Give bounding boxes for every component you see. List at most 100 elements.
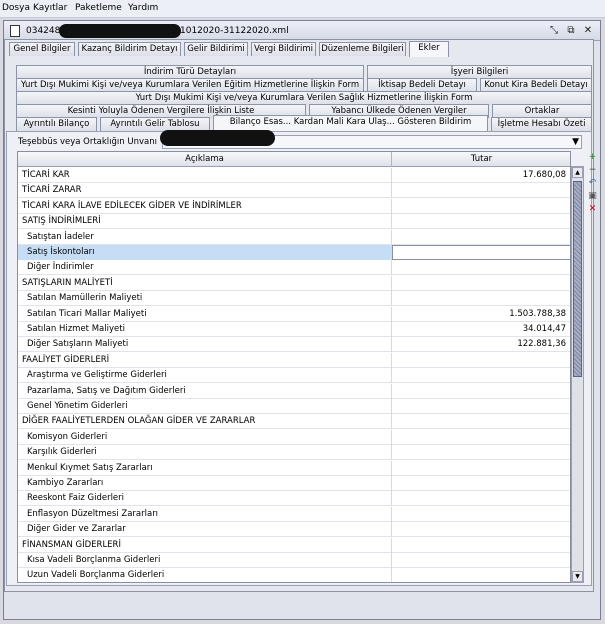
row-amount-cell[interactable] (392, 538, 570, 553)
row-amount-cell[interactable]: 1.503.788,38 (392, 307, 570, 322)
row-amount-cell[interactable] (392, 553, 570, 568)
row-label: TİCARİ KARA İLAVE EDİLECEK GİDER VE İNDİ… (18, 198, 392, 214)
table-row[interactable]: FİNANSMAN GİDERLERİ (18, 537, 570, 553)
row-amount-cell[interactable] (392, 507, 570, 522)
row-amount-cell[interactable]: 17.680,08 (392, 168, 570, 183)
row-amount-cell[interactable] (392, 384, 570, 399)
row-amount-cell[interactable] (392, 430, 570, 445)
row-amount-cell[interactable] (392, 491, 570, 506)
table-row[interactable]: Enflasyon Düzeltmesi Zararları (18, 506, 570, 522)
table-row[interactable]: DİĞER FAALİYETLERDEN OLAĞAN GİDER VE ZAR… (18, 414, 570, 430)
scroll-down-button[interactable]: ▼ (572, 571, 583, 582)
table-row[interactable]: Satılan Hizmet Maliyeti 34.014,47 (18, 322, 570, 337)
table-row[interactable]: TİCARİ KARA İLAVE EDİLECEK GİDER VE İNDİ… (18, 198, 570, 214)
menu-paketleme[interactable]: Paketleme (75, 3, 122, 13)
tab-ortaklar[interactable]: Ortaklar (492, 104, 592, 118)
vertical-scrollbar[interactable]: ▲ ▼ (571, 166, 584, 583)
scroll-up-button[interactable]: ▲ (572, 167, 583, 178)
row-label: SATIŞLARIN MALİYETİ (18, 275, 392, 291)
tab-duzenleme-bilgileri[interactable]: Düzenleme Bilgileri (319, 42, 406, 56)
table-row[interactable]: Araştırma ve Geliştirme Giderleri (18, 368, 570, 384)
scrollbar-thumb[interactable] (573, 181, 582, 377)
table-row[interactable]: Genel Yönetim Giderleri (18, 399, 570, 414)
menu-dosya[interactable]: Dosya (2, 3, 30, 13)
copy-icon[interactable]: ▣ (587, 191, 598, 202)
tab-yurt-disi-egitim-formu[interactable]: Yurt Dışı Mukimi Kişi ve/veya Kurumlara … (16, 78, 364, 92)
row-amount-cell[interactable] (392, 568, 570, 582)
table-row[interactable]: Menkul Kıymet Satış Zararları (18, 460, 570, 476)
tab-iktisap-bedeli-detayi[interactable]: İktisap Bedeli Detayı (367, 78, 477, 92)
table-row[interactable]: Satılan Mamüllerin Maliyeti (18, 291, 570, 307)
undo-icon[interactable]: ↶ (587, 178, 598, 189)
menu-yardim[interactable]: Yardım (128, 3, 158, 13)
tab-ekler[interactable]: Ekler (409, 41, 449, 57)
table-row[interactable]: SATIŞ İNDİRİMLERİ (18, 214, 570, 230)
title-filename: 1012020-31122020.xml (180, 26, 289, 36)
menu-kayitlar[interactable]: Kayıtlar (33, 3, 67, 13)
row-amount-cell[interactable] (392, 445, 570, 460)
table-row[interactable]: Diğer Gider ve Zararlar (18, 522, 570, 538)
maximize-icon[interactable]: ⧉ (565, 25, 577, 37)
restore-icon[interactable]: ⤡ (548, 25, 560, 37)
table-row[interactable]: Uzun Vadeli Borçlanma Giderleri (18, 568, 570, 582)
row-amount-cell[interactable]: 34.014,47 (392, 322, 570, 337)
close-icon[interactable]: ✕ (582, 25, 594, 37)
table-row[interactable]: TİCARİ KAR 17.680,08 (18, 168, 570, 183)
chevron-down-icon[interactable]: ▼ (572, 136, 579, 149)
row-amount-cell[interactable] (392, 183, 570, 198)
menu-bar: Dosya Kayıtlar Paketleme Yardım (0, 0, 605, 18)
tab-vergi-bildirimi[interactable]: Vergi Bildirimi (251, 42, 316, 56)
table-row[interactable]: Karşılık Giderleri (18, 445, 570, 461)
tab-indirim-turu-detaylari[interactable]: İndirim Türü Detayları (16, 65, 364, 79)
row-amount-cell[interactable] (392, 522, 570, 537)
row-label: Satılan Mamüllerin Maliyeti (18, 291, 392, 307)
column-header-aciklama[interactable]: Açıklama (18, 152, 392, 167)
row-amount-cell[interactable] (392, 476, 570, 491)
tab-isletme-hesabi-ozeti[interactable]: İşletme Hesabı Özeti (491, 117, 592, 131)
row-amount-cell[interactable] (392, 353, 570, 368)
row-amount-cell[interactable] (392, 291, 570, 306)
table-row[interactable]: TİCARİ ZARAR (18, 183, 570, 199)
row-label: FAALİYET GİDERLERİ (18, 352, 392, 368)
table-row[interactable]: Diğer Satışların Maliyeti 122.881,36 (18, 337, 570, 353)
table-row[interactable]: Kısa Vadeli Borçlanma Giderleri (18, 553, 570, 568)
table-row[interactable]: Kambiyo Zararları (18, 476, 570, 491)
table-row[interactable]: Reeskont Faiz Giderleri (18, 491, 570, 507)
row-amount-cell[interactable] (392, 399, 570, 414)
tab-yurt-disi-saglik-formu[interactable]: Yurt Dışı Mukimi Kişi ve/veya Kurumlara … (16, 91, 592, 105)
table-row[interactable]: FAALİYET GİDERLERİ (18, 352, 570, 368)
row-amount-cell[interactable] (392, 414, 570, 429)
table-row[interactable]: Pazarlama, Satış ve Dağıtım Giderleri (18, 383, 570, 399)
row-amount-cell[interactable] (392, 199, 570, 214)
row-amount-cell[interactable] (392, 461, 570, 476)
table-row[interactable]: Komisyon Giderleri (18, 429, 570, 445)
row-amount-cell[interactable] (392, 214, 570, 229)
table-row[interactable]: Satış İskontoları (18, 245, 570, 260)
row-amount-cell[interactable] (392, 260, 570, 275)
row-amount-cell[interactable] (392, 245, 570, 260)
table-row[interactable]: Diğer İndirimler (18, 260, 570, 276)
window-titlebar: 034248 1012020-31122020.xml ⤡ ⧉ ✕ (4, 21, 600, 41)
table-row[interactable]: SATIŞLARIN MALİYETİ (18, 275, 570, 291)
row-amount-cell[interactable] (392, 276, 570, 291)
add-row-icon[interactable]: + (587, 152, 598, 163)
row-amount-cell[interactable]: 122.881,36 (392, 337, 570, 352)
title-prefix: 034248 (26, 26, 61, 36)
table-row[interactable]: Satılan Ticari Mallar Maliyeti 1.503.788,… (18, 306, 570, 322)
tab-konut-kira-bedeli-detayi[interactable]: Konut Kira Bedeli Detayı (480, 78, 592, 92)
tab-kazanc-bildirim-detayi[interactable]: Kazanç Bildirim Detayı (78, 42, 181, 56)
tab-isyeri-bilgileri[interactable]: İşyeri Bilgileri (367, 65, 592, 79)
row-amount-cell[interactable] (392, 368, 570, 383)
tab-bilanco-esasi-kar-bildirim[interactable]: Bilanço Esas... Kardan Mali Kara Ulaş...… (213, 115, 488, 131)
row-label: Diğer Satışların Maliyeti (18, 337, 392, 353)
delete-icon[interactable]: ✕ (587, 204, 598, 215)
row-amount-cell[interactable] (392, 230, 570, 245)
table-row[interactable]: Satıştan İadeler (18, 229, 570, 245)
remove-row-icon[interactable]: − (587, 165, 598, 176)
tab-ayrintili-bilanco[interactable]: Ayrıntılı Bilanço (16, 117, 97, 131)
tab-gelir-bildirimi[interactable]: Gelir Bildirimi (184, 42, 248, 56)
row-label: Kısa Vadeli Borçlanma Giderleri (18, 553, 392, 568)
tab-ayrintili-gelir-tablosu[interactable]: Ayrıntılı Gelir Tablosu (100, 117, 210, 131)
tab-genel-bilgiler[interactable]: Genel Bilgiler (9, 42, 75, 56)
column-header-tutar[interactable]: Tutar (392, 152, 570, 167)
